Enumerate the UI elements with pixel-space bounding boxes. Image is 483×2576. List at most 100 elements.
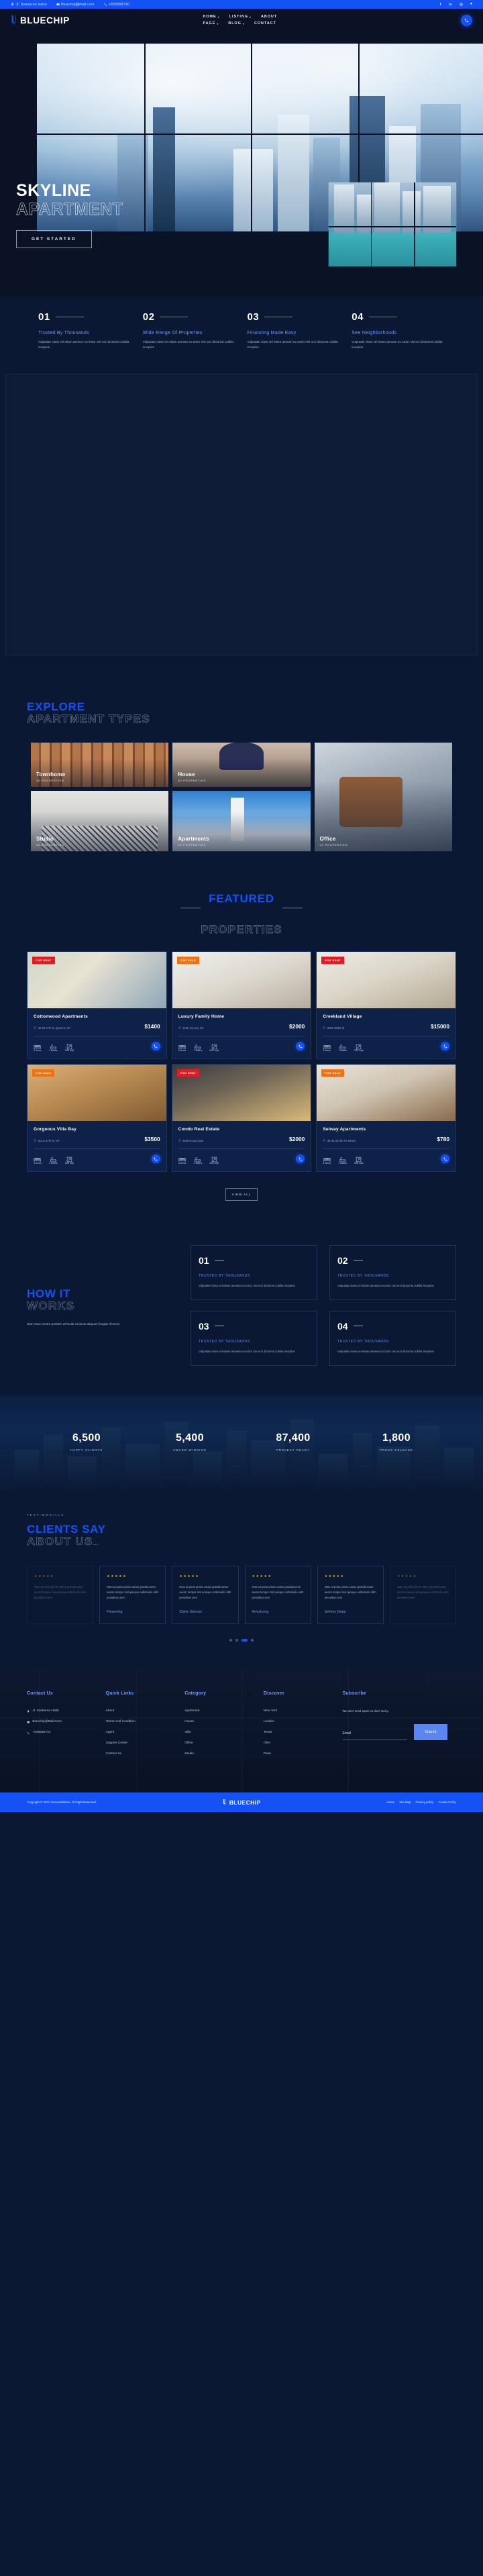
carousel-dot[interactable] bbox=[229, 1639, 232, 1642]
testimonial-author: Johnny Depp bbox=[324, 1610, 346, 1615]
footer-bottom-link[interactable]: Home bbox=[386, 1801, 394, 1804]
tile-count: 60 PROPERTIES bbox=[178, 778, 206, 782]
nav-item-page[interactable]: PAGE ▾ bbox=[203, 21, 219, 25]
property-area: 525 sqft bbox=[65, 1041, 74, 1052]
stat-label: HAPPY CLIENTS bbox=[70, 1448, 103, 1452]
footer-link[interactable]: About bbox=[106, 1709, 185, 1713]
property-name: Luxury Family Home bbox=[178, 1014, 225, 1019]
property-card[interactable]: FOR RENT Condo Real Estate 3599 Huntz La… bbox=[171, 1063, 312, 1172]
instagram-icon[interactable]: ◎ bbox=[460, 3, 463, 7]
topbar-email[interactable]: Bluechip@mail.com bbox=[56, 3, 95, 7]
copyright-text: Copyright © 2021 Onecontributor. All Rig… bbox=[27, 1801, 97, 1805]
step-title: TRUSTED BY THOUSANDS bbox=[199, 1273, 250, 1278]
rating-stars: ★★★★★ bbox=[324, 1574, 345, 1578]
how-step: 03 TRUSTED BY THOUSANDS Vulputate class … bbox=[191, 1310, 317, 1366]
area-icon bbox=[211, 1154, 218, 1162]
nav-item-home[interactable]: HOME ▾ bbox=[203, 15, 219, 19]
email-input[interactable]: Email bbox=[342, 1731, 407, 1741]
property-address: 35-60 17th St, Queens, NY bbox=[34, 1026, 71, 1030]
property-card[interactable]: FOR SALE Gorgeous Villa Bay 411 E 67th S… bbox=[27, 1063, 167, 1172]
property-call-button[interactable] bbox=[151, 1042, 160, 1051]
area-label: 525 sqft bbox=[209, 1049, 219, 1052]
submit-button[interactable]: Submit bbox=[413, 1724, 448, 1741]
carousel-dot[interactable] bbox=[251, 1639, 254, 1642]
type-tile-house[interactable]: House 60 PROPERTIES bbox=[172, 742, 311, 787]
footer-link[interactable]: House bbox=[184, 1720, 264, 1723]
property-call-button[interactable] bbox=[441, 1155, 449, 1164]
phone-icon bbox=[27, 1731, 30, 1734]
carousel-dot-active[interactable] bbox=[241, 1639, 248, 1642]
behance-icon[interactable]: ⏺ bbox=[470, 2, 472, 7]
logo[interactable]: BLUECHIP bbox=[11, 15, 70, 25]
footer-phone[interactable]: +625558710 bbox=[27, 1731, 106, 1734]
carousel-dot[interactable] bbox=[235, 1639, 238, 1642]
step-text: Vulputate class vel etiam aenean eu tort… bbox=[337, 1283, 434, 1287]
area-label: 525 sqft bbox=[64, 1161, 74, 1165]
carousel-dots[interactable] bbox=[27, 1639, 456, 1642]
footer-email[interactable]: Bluechip@Mail.Com bbox=[27, 1720, 106, 1723]
header-call-button[interactable] bbox=[461, 14, 472, 26]
baths-label: 1 Baths bbox=[193, 1049, 203, 1052]
testimonials-section: TESTIMONIALS CLIENTS SAY ABOUT US... ★★★… bbox=[0, 1489, 483, 1669]
featured-title: FEATURED PROPERTIES bbox=[0, 892, 483, 936]
footer-bottom-bar: Copyright © 2021 Onecontributor. All Rig… bbox=[0, 1792, 483, 1813]
chevron-down-icon: ▾ bbox=[217, 21, 219, 25]
property-baths: 1 Baths bbox=[338, 1154, 347, 1165]
nav-item-listing[interactable]: LISTING ▾ bbox=[229, 15, 252, 19]
footer-link[interactable]: Agent bbox=[106, 1731, 185, 1734]
footer-link[interactable]: Support Center bbox=[106, 1741, 185, 1745]
property-call-button[interactable] bbox=[296, 1155, 305, 1164]
hero-heading-line1: SKYLINE bbox=[16, 181, 91, 200]
property-call-button[interactable] bbox=[151, 1155, 160, 1164]
footer-link[interactable]: Apartment bbox=[184, 1709, 264, 1713]
explore-title: EXPLORE APARTMENT TYPES bbox=[27, 701, 456, 725]
property-call-button[interactable] bbox=[296, 1042, 305, 1051]
property-card[interactable]: FOR RENT Creekland Village 5051 Bellot S… bbox=[316, 951, 456, 1059]
get-started-button[interactable]: GET STARTED bbox=[16, 230, 92, 248]
footer-link[interactable]: London bbox=[264, 1720, 343, 1723]
view-all-button[interactable]: VIEW ALL bbox=[225, 1187, 258, 1201]
property-price: $1400 bbox=[144, 1022, 160, 1030]
testimonial-text: Nam at porta primis varius gravida torto… bbox=[324, 1585, 376, 1600]
footer-link[interactable]: Villa bbox=[184, 1731, 264, 1734]
footer-link[interactable]: Texas bbox=[264, 1731, 343, 1734]
nav-item-contact[interactable]: CONTACT bbox=[254, 21, 276, 25]
footer-bottom-link[interactable]: Cookie Policy bbox=[438, 1801, 456, 1804]
property-call-button[interactable] bbox=[441, 1042, 449, 1051]
baths-label: 1 Baths bbox=[48, 1049, 58, 1052]
type-tile-office[interactable]: Office 20 PROPERTIES bbox=[314, 742, 452, 851]
footer-link[interactable]: Office bbox=[184, 1741, 264, 1745]
facebook-icon[interactable]: f bbox=[440, 3, 441, 7]
type-tile-townhome[interactable]: Townhome 20 PROPERTIES bbox=[31, 742, 169, 787]
type-tile-studio[interactable]: Studio 60 PROPERTIES bbox=[31, 790, 169, 851]
footer-bottom-link[interactable]: Privacy policy bbox=[416, 1801, 434, 1804]
footer-link[interactable]: Terms And Condition bbox=[106, 1720, 185, 1723]
stat-label: PRESS RELEASE bbox=[380, 1448, 413, 1452]
footer-link[interactable]: Studio bbox=[184, 1752, 264, 1756]
property-card[interactable]: FOR SALE Selway Apartments 36-46 SE 9th … bbox=[316, 1063, 456, 1172]
property-card[interactable]: FOR SALE Luxury Family Home 1239 1st Ave… bbox=[171, 951, 312, 1059]
footer-link[interactable]: New York bbox=[264, 1709, 343, 1713]
property-badge: FOR SALE bbox=[32, 1069, 55, 1077]
tile-shade bbox=[314, 742, 452, 851]
bath-icon bbox=[50, 1041, 57, 1049]
footer-bottom-link[interactable]: Site Map bbox=[399, 1801, 411, 1804]
nav-item-blog[interactable]: BLOG ▾ bbox=[228, 21, 245, 25]
footer-link[interactable]: Contact Us bbox=[106, 1752, 185, 1756]
footer-link[interactable]: Ohio bbox=[264, 1741, 343, 1745]
property-price: $3500 bbox=[144, 1135, 160, 1142]
type-tile-apartments[interactable]: Apartments 20 PROPERTIES bbox=[172, 790, 311, 851]
area-icon bbox=[355, 1041, 362, 1049]
nav-item-about[interactable]: ABOUT bbox=[261, 15, 277, 19]
footer-link[interactable]: Paris bbox=[264, 1752, 343, 1756]
testimonials-eyebrow: TESTIMONIALS bbox=[27, 1513, 65, 1517]
top-bar: Jl. Soekarno Hatta Bluechip@mail.com +62… bbox=[0, 0, 483, 9]
property-beds: 4 Beds bbox=[323, 1041, 331, 1052]
how-step: 01 TRUSTED BY THOUSANDS Vulputate class … bbox=[191, 1244, 317, 1300]
linkedin-icon[interactable]: in bbox=[449, 3, 452, 7]
property-card[interactable]: FOR RENT Cottonwood Apartments 35-60 17t… bbox=[27, 951, 167, 1059]
footer-logo[interactable]: BLUECHIP bbox=[223, 1799, 261, 1806]
rating-stars: ★★★★★ bbox=[396, 1574, 417, 1578]
topbar-phone[interactable]: +625558710 bbox=[104, 3, 130, 7]
feature-number: 01 bbox=[38, 311, 50, 323]
